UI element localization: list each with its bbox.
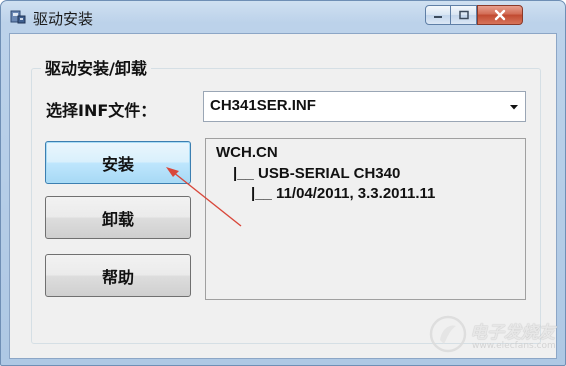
window-title: 驱动安装 [33,10,94,28]
group-title: 驱动安装/卸载 [41,55,151,79]
inf-file-value: CH341SER.INF [210,97,316,114]
inf-file-select[interactable]: CH341SER.INF [203,91,526,122]
minimize-button[interactable] [425,5,451,25]
driver-info-box: WCH.CN |__ USB-SERIAL CH340 |__ 11/04/20… [205,138,526,300]
uninstall-button[interactable]: 卸载 [45,196,191,239]
title-bar[interactable]: 驱动安装 [1,1,565,33]
driver-install-window: 驱动安装 驱动安装/卸载 选择INF文件： CH341SER.INF 安装 卸载… [0,0,566,366]
usb-driver-app-icon [10,10,26,24]
install-button[interactable]: 安装 [45,141,191,184]
watermark-brand: 电子发烧友 [470,323,555,343]
help-button-label: 帮助 [101,267,134,287]
maximize-button[interactable] [451,5,477,25]
elecfans-logo-icon [429,315,467,353]
chevron-down-icon[interactable] [509,104,519,111]
close-icon [494,9,506,21]
close-button[interactable] [477,5,523,25]
info-vendor: WCH.CN [216,144,278,161]
help-button[interactable]: 帮助 [45,254,191,297]
inf-file-label: 选择INF文件： [46,101,157,120]
info-device: |__ USB-SERIAL CH340 [233,165,401,182]
info-version: |__ 11/04/2011, 3.3.2011.11 [251,185,436,202]
watermark: 电子发烧友 www.elecfans.com [428,310,556,360]
maximize-icon [458,10,469,20]
watermark-url: www.elecfans.com [472,341,556,351]
install-button-label: 安装 [101,154,134,174]
uninstall-button-label: 卸载 [101,209,134,229]
minimize-icon [434,16,442,18]
